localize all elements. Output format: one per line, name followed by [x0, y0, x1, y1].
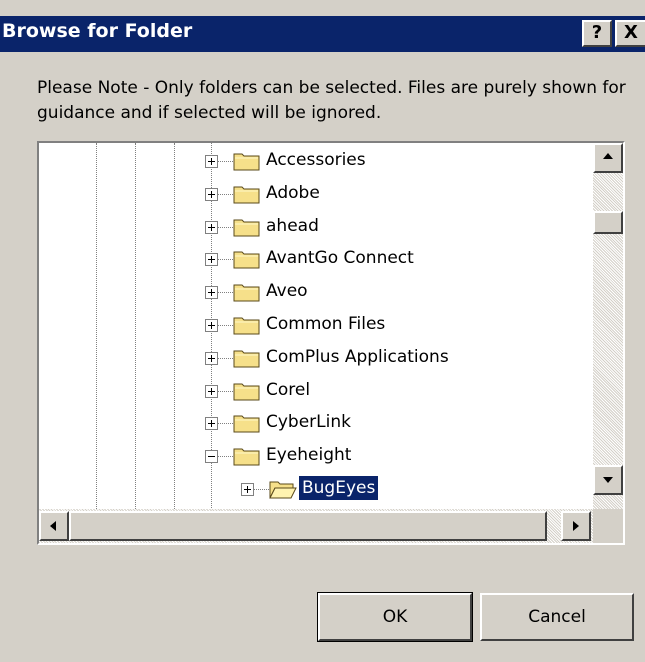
- cancel-button[interactable]: Cancel: [480, 593, 634, 641]
- tree-item-label[interactable]: ComPlus Applications: [263, 345, 452, 369]
- expand-icon[interactable]: [205, 187, 218, 201]
- tree-item-label[interactable]: Accessories: [263, 148, 369, 172]
- expand-icon[interactable]: [205, 253, 218, 267]
- tree-item-label[interactable]: Corel: [263, 378, 313, 402]
- expand-icon[interactable]: [205, 384, 218, 398]
- scroll-left-icon: [50, 521, 56, 531]
- title-bar: Browse for Folder ? X: [0, 16, 645, 52]
- tree-item-label[interactable]: Common Files: [263, 312, 388, 336]
- scroll-left-button[interactable]: [39, 511, 69, 541]
- expand-icon[interactable]: [205, 417, 218, 431]
- tree-connector-line: [217, 193, 233, 195]
- expand-icon[interactable]: [205, 220, 218, 234]
- tree-connector-line: [217, 456, 233, 458]
- tree-connector-line: [253, 489, 269, 490]
- tree-connector-line: [217, 390, 233, 392]
- scroll-thumb[interactable]: [593, 211, 623, 234]
- tree-item-label[interactable]: AvantGo Connect: [263, 246, 417, 270]
- help-button[interactable]: ?: [582, 20, 612, 47]
- tree-item-label[interactable]: ahead: [263, 214, 322, 238]
- scroll-up-button[interactable]: [593, 143, 623, 173]
- expand-icon[interactable]: [205, 286, 218, 300]
- window-title: Browse for Folder: [2, 20, 193, 42]
- tree-guide-line: [135, 143, 136, 509]
- help-icon: ?: [591, 22, 603, 43]
- scroll-right-icon: [573, 521, 579, 531]
- tree-connector-line: [217, 423, 233, 425]
- folder-icon: [233, 383, 260, 401]
- expand-icon[interactable]: [205, 155, 218, 168]
- folder-icon: [233, 219, 260, 237]
- expand-icon[interactable]: [205, 319, 218, 332]
- folder-icon: [233, 415, 260, 433]
- scroll-right-button[interactable]: [561, 511, 591, 541]
- tree-connector-line: [217, 226, 233, 228]
- tree-item-label[interactable]: CyberLink: [263, 410, 354, 434]
- tree-item-label[interactable]: Adobe: [263, 181, 323, 205]
- folder-icon: [233, 284, 260, 302]
- ok-button[interactable]: OK: [317, 592, 473, 642]
- expand-icon[interactable]: [241, 483, 254, 496]
- tree-connector-line: [217, 325, 233, 326]
- tree-guide-line: [174, 143, 175, 509]
- close-button[interactable]: X: [615, 20, 645, 47]
- scroll-down-button[interactable]: [593, 465, 623, 495]
- folder-icon: [233, 448, 260, 466]
- folder-tree[interactable]: Accessories Adobe ahead AvantGo Connect Aveo…: [37, 141, 625, 545]
- vertical-scrollbar[interactable]: [593, 143, 623, 509]
- tree-item-label[interactable]: Eyeheight: [263, 443, 354, 467]
- scroll-down-icon: [603, 477, 613, 483]
- folder-icon: [233, 251, 260, 269]
- tree-item-label[interactable]: Aveo: [263, 279, 311, 303]
- h-scroll-thumb[interactable]: [69, 511, 547, 541]
- folder-tree-view[interactable]: Accessories Adobe ahead AvantGo Connect Aveo…: [39, 143, 593, 509]
- scroll-up-icon: [603, 153, 613, 159]
- tree-connector-line: [217, 161, 233, 162]
- folder-icon: [233, 186, 260, 204]
- folder-icon: [233, 317, 260, 335]
- instruction-text: Please Note - Only folders can be select…: [37, 78, 626, 123]
- tree-connector-line: [217, 292, 233, 294]
- collapse-icon[interactable]: [205, 450, 218, 464]
- tree-guide-line: [96, 143, 97, 509]
- open-folder-icon: [269, 481, 297, 499]
- tree-item-label[interactable]: BugEyes: [299, 476, 379, 500]
- horizontal-scrollbar[interactable]: [39, 509, 593, 543]
- folder-icon: [233, 350, 260, 368]
- scrollbar-corner: [593, 509, 623, 543]
- folder-icon: [233, 153, 260, 171]
- expand-icon[interactable]: [205, 351, 218, 365]
- tree-connector-line: [217, 259, 233, 261]
- close-icon: X: [624, 22, 638, 43]
- tree-connector-line: [217, 357, 233, 359]
